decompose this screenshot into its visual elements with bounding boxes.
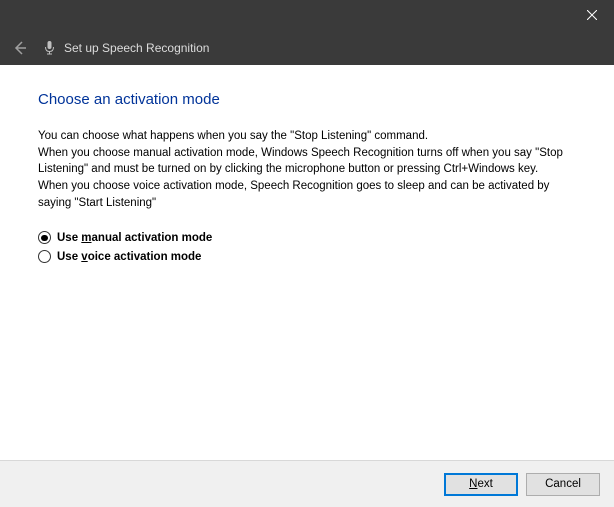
- radio-indicator: [38, 250, 51, 263]
- wizard-header: Set up Speech Recognition: [0, 30, 614, 65]
- footer: Next Cancel: [0, 460, 614, 507]
- back-arrow-icon: [12, 40, 28, 56]
- radio-label: Use manual activation mode: [57, 232, 212, 244]
- titlebar: [0, 0, 614, 30]
- close-icon: [587, 10, 597, 20]
- radio-voice-activation[interactable]: Use voice activation mode: [38, 250, 576, 263]
- radio-indicator: [38, 231, 51, 244]
- next-button[interactable]: Next: [444, 473, 518, 496]
- wizard-title: Set up Speech Recognition: [64, 41, 209, 55]
- microphone-icon: [42, 39, 56, 57]
- content-area: Choose an activation mode You can choose…: [0, 65, 614, 460]
- close-button[interactable]: [569, 0, 614, 30]
- cancel-button[interactable]: Cancel: [526, 473, 600, 496]
- radio-label: Use voice activation mode: [57, 251, 201, 263]
- activation-mode-group: Use manual activation mode Use voice act…: [38, 231, 576, 263]
- page-heading: Choose an activation mode: [38, 91, 576, 108]
- back-button[interactable]: [10, 38, 30, 58]
- page-description: You can choose what happens when you say…: [38, 128, 576, 211]
- radio-manual-activation[interactable]: Use manual activation mode: [38, 231, 576, 244]
